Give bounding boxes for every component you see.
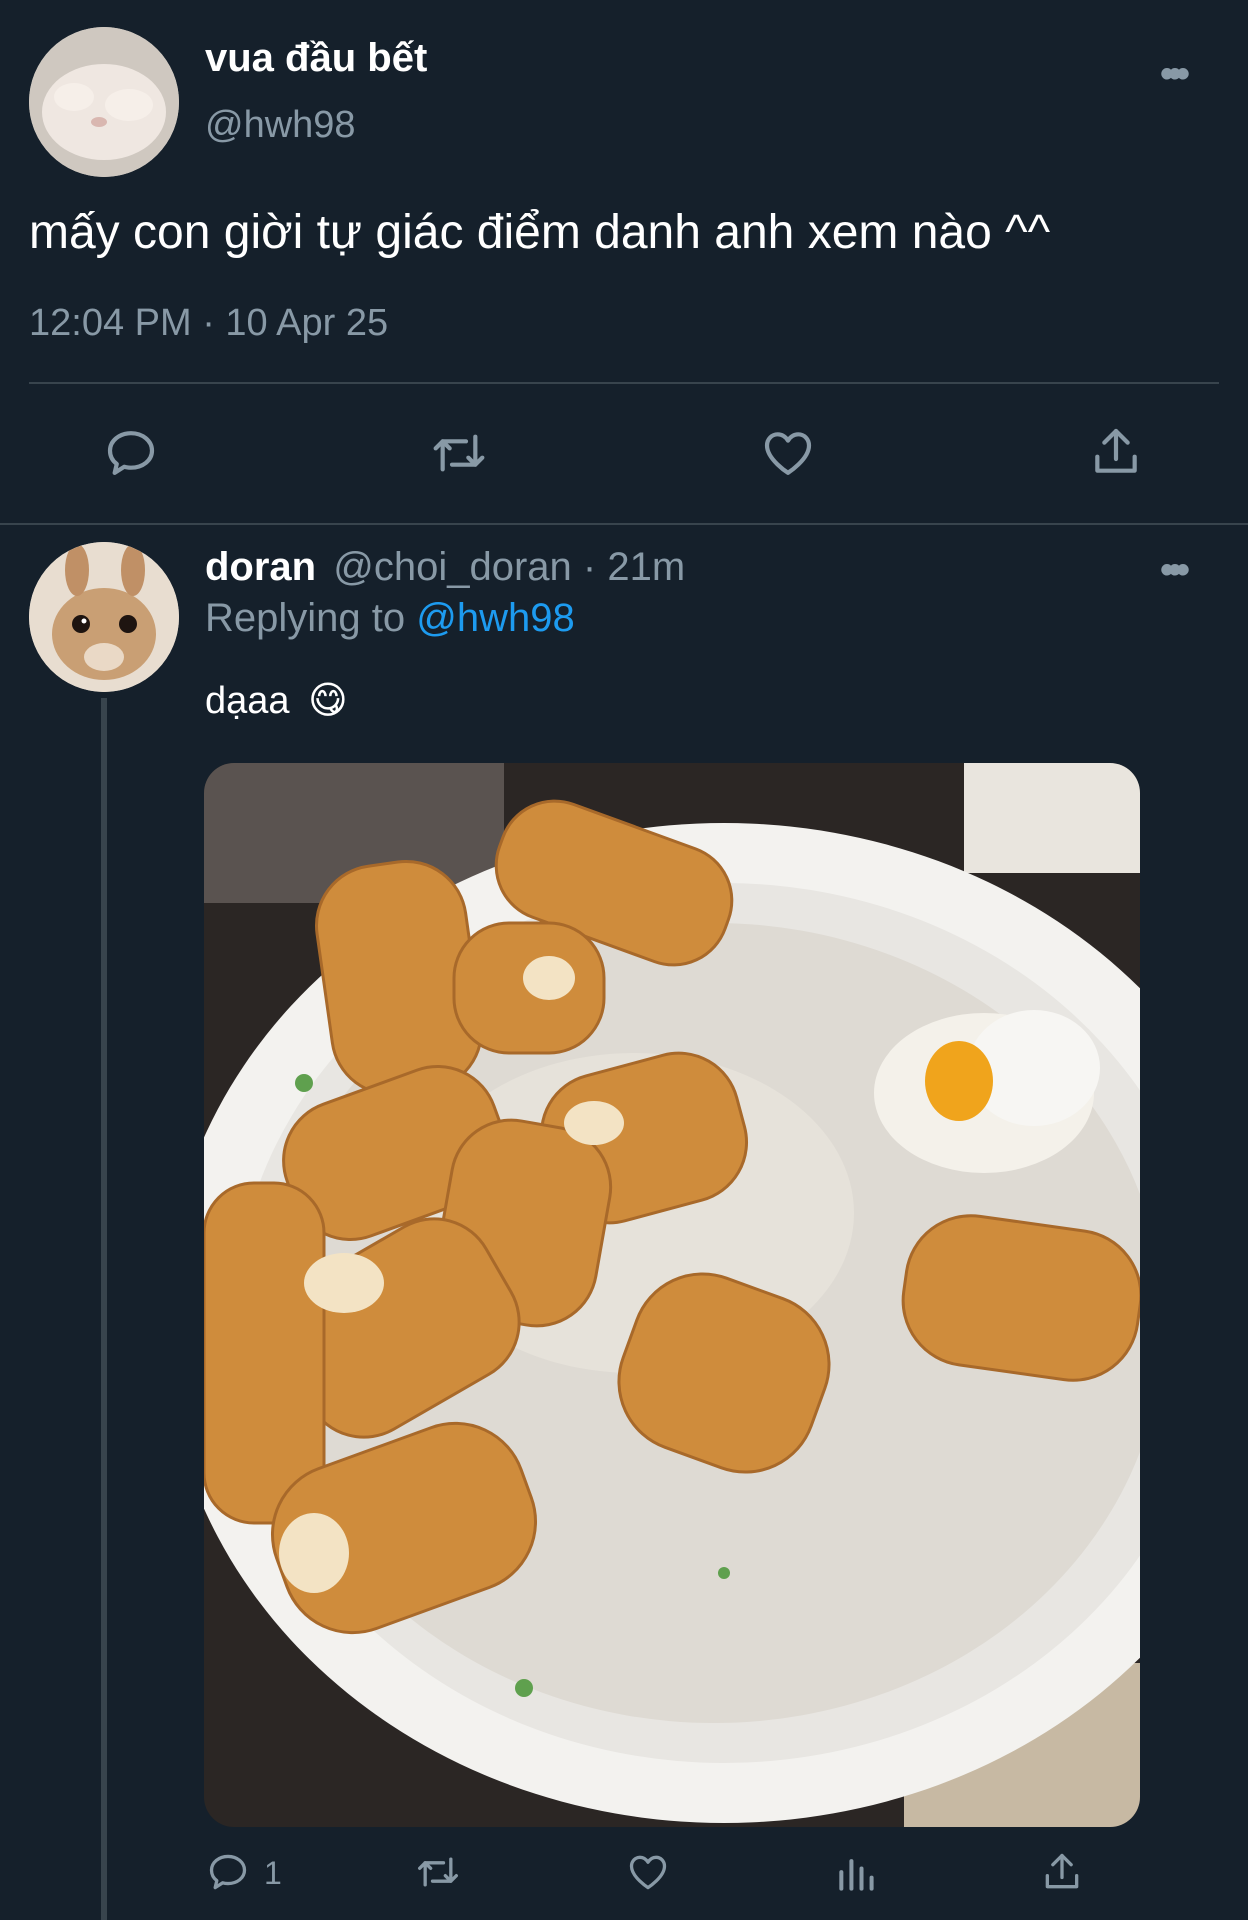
tweet-timestamp[interactable]: 12:04 PM · 10 Apr 25	[29, 302, 388, 345]
divider	[29, 382, 1219, 384]
share-icon[interactable]	[1088, 423, 1144, 481]
reply-handle-time[interactable]: @choi_doran · 21m	[333, 545, 685, 589]
reply-count: 1	[264, 1855, 282, 1891]
reply-text: dạaa 😋	[205, 678, 348, 723]
reply-text-body: dạaa	[205, 680, 290, 722]
analytics-icon[interactable]	[834, 1852, 878, 1896]
avatar[interactable]	[29, 27, 179, 177]
retweet-icon[interactable]	[413, 1850, 463, 1894]
reply-more-options-icon[interactable]: •••	[1160, 548, 1190, 593]
replying-to-handle[interactable]: @hwh98	[416, 596, 574, 640]
reply-display-name[interactable]: doran	[205, 545, 316, 589]
retweet-icon[interactable]	[428, 425, 490, 481]
share-icon[interactable]	[1040, 1849, 1084, 1895]
user-handle[interactable]: @hwh98	[205, 104, 356, 147]
reply-icon[interactable]	[103, 425, 159, 481]
more-options-icon[interactable]: •••	[1160, 52, 1190, 97]
tweet-text: mấy con giời tự giác điểm danh anh xem n…	[29, 206, 1051, 259]
reply-icon[interactable]	[206, 1850, 250, 1894]
divider	[0, 523, 1248, 525]
reply-image[interactable]	[204, 763, 1140, 1827]
yum-emoji-icon: 😋	[308, 680, 348, 722]
display-name[interactable]: vua đầu bết	[205, 36, 427, 81]
like-icon[interactable]	[759, 425, 817, 481]
replying-to-label: Replying to	[205, 596, 417, 640]
replying-to: Replying to @hwh98	[205, 596, 575, 641]
thread-line	[101, 698, 107, 1920]
reply-avatar[interactable]	[29, 542, 179, 692]
reply-header: doran @choi_doran · 21m	[205, 545, 685, 590]
like-icon[interactable]	[625, 1850, 671, 1894]
